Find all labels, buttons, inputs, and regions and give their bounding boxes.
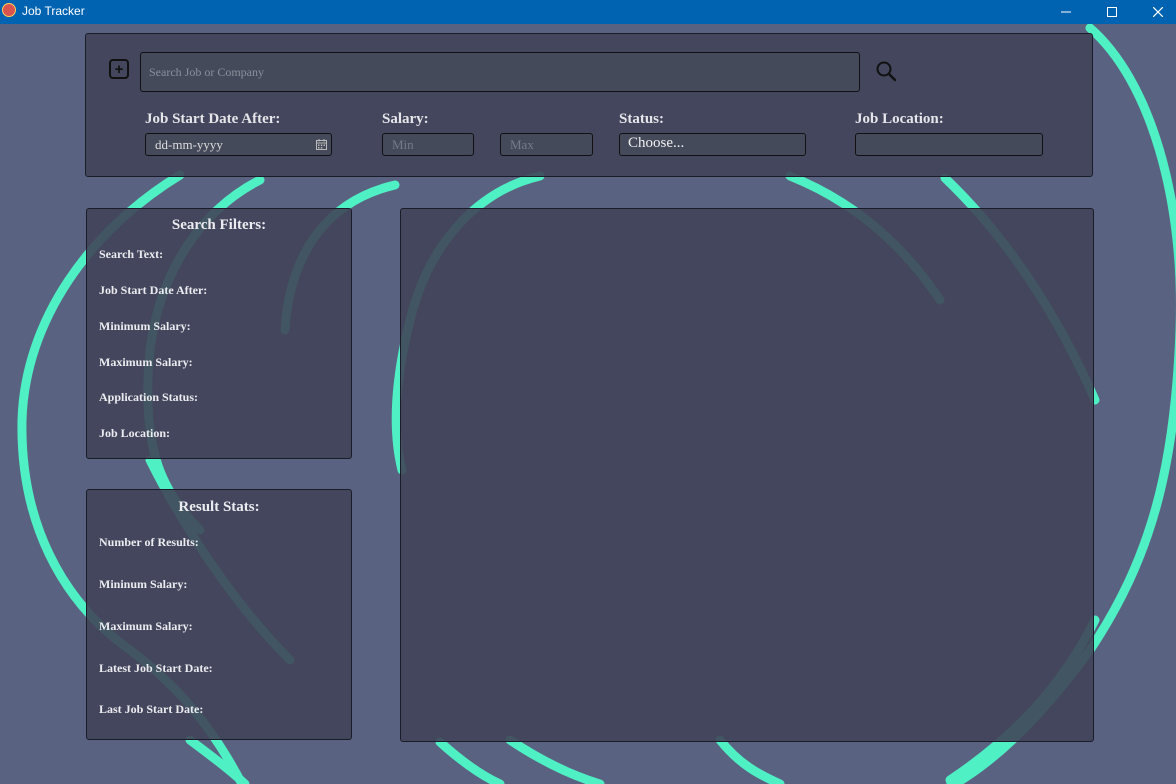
filter-min-salary-label: Minimum Salary: bbox=[99, 319, 191, 333]
status-label: Status: bbox=[619, 111, 665, 127]
location-input[interactable] bbox=[855, 133, 1043, 156]
salary-min-input[interactable] bbox=[382, 133, 474, 156]
search-icon bbox=[876, 61, 897, 82]
calendar-icon[interactable] bbox=[316, 139, 327, 150]
location-label: Job Location: bbox=[855, 111, 944, 127]
results-list-panel[interactable] bbox=[400, 208, 1094, 742]
filter-search-text-label: Search Text: bbox=[99, 247, 164, 261]
window-title-bar: Job Tracker bbox=[0, 0, 1176, 24]
filter-status-label: Application Status: bbox=[99, 390, 199, 404]
salary-label: Salary: bbox=[382, 111, 429, 127]
filter-start-date-label: Job Start Date After: bbox=[99, 283, 208, 297]
status-select[interactable]: Choose... bbox=[619, 133, 806, 156]
status-selected-value: Choose... bbox=[628, 135, 685, 151]
stat-min-salary-label: Mininum Salary: bbox=[99, 577, 188, 591]
filter-location-label: Job Location: bbox=[99, 426, 171, 440]
close-icon bbox=[1153, 7, 1163, 17]
search-filters-panel: Search Filters: Search Text: Job Start D… bbox=[86, 208, 352, 459]
minimize-button[interactable] bbox=[1043, 0, 1089, 24]
result-stats-panel: Result Stats: Number of Results: Mininum… bbox=[86, 489, 352, 740]
search-input[interactable] bbox=[140, 52, 860, 92]
stat-latest-start-label: Latest Job Start Date: bbox=[99, 661, 213, 675]
start-date-input[interactable]: dd-mm-yyyy bbox=[145, 133, 332, 156]
date-placeholder: dd-mm-yyyy bbox=[155, 137, 223, 152]
plus-icon: + bbox=[114, 60, 124, 78]
salary-max-input[interactable] bbox=[500, 133, 593, 156]
window-title: Job Tracker bbox=[22, 4, 85, 18]
filter-max-salary-label: Maximum Salary: bbox=[99, 355, 193, 369]
app-icon bbox=[2, 3, 16, 17]
result-stats-title: Result Stats: bbox=[178, 499, 260, 515]
start-date-label: Job Start Date After: bbox=[145, 111, 281, 127]
search-button[interactable] bbox=[875, 60, 897, 82]
stat-last-start-label: Last Job Start Date: bbox=[99, 702, 204, 716]
search-filters-title: Search Filters: bbox=[171, 217, 267, 233]
stat-result-count-label: Number of Results: bbox=[99, 535, 199, 549]
maximize-button[interactable] bbox=[1089, 0, 1135, 24]
stat-max-salary-label: Maximum Salary: bbox=[99, 619, 193, 633]
close-button[interactable] bbox=[1135, 0, 1176, 24]
maximize-icon bbox=[1107, 7, 1117, 17]
add-job-button[interactable]: + bbox=[109, 59, 129, 79]
minimize-icon bbox=[1061, 11, 1071, 13]
